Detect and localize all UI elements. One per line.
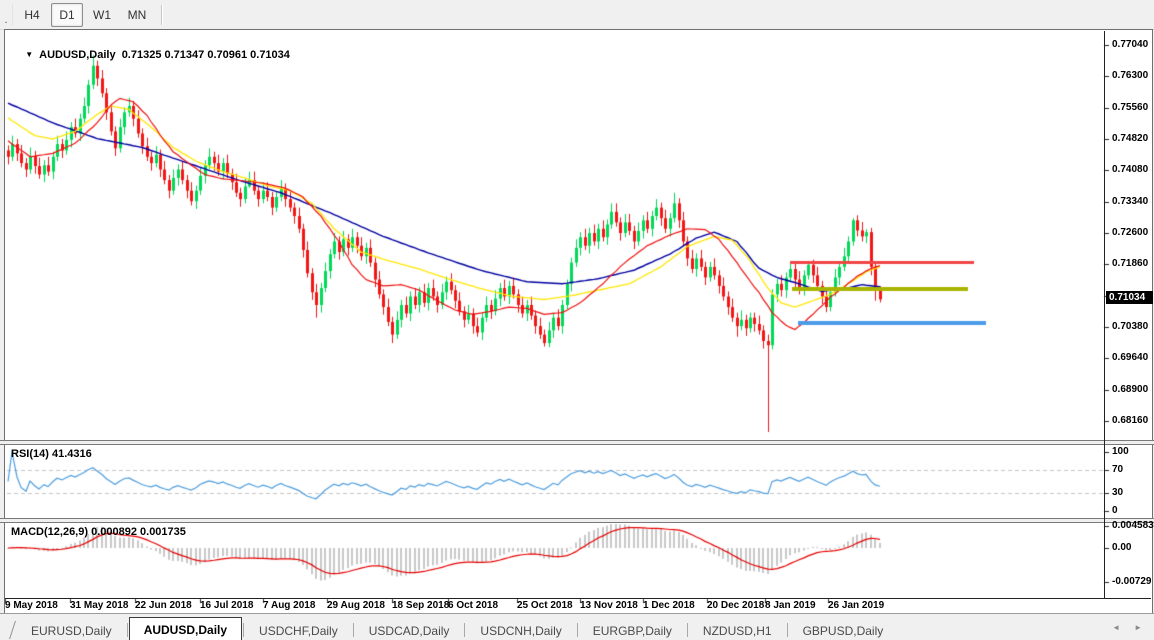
macd-axis-tick: 0.00 (1112, 542, 1131, 553)
tab-separator (464, 623, 465, 637)
date-axis-label: 22 Jun 2018 (135, 600, 192, 611)
scrolled-tab-edge (0, 621, 16, 639)
application-window: . H4D1W1MN ▼AUDUSD,Daily 0.71325 0.71347… (0, 0, 1154, 640)
date-axis-label: 31 May 2018 (70, 600, 128, 611)
price-axis-tick: 0.70380 (1112, 321, 1148, 332)
date-axis-label: 25 Oct 2018 (517, 600, 573, 611)
macd-title: MACD(12,26,9) 0.000892 0.001735 (11, 526, 186, 538)
rsi-axis-tick: 0 (1112, 505, 1118, 516)
symbol-tabs: EURUSD,DailyAUDUSD,DailyUSDCHF,DailyUSDC… (17, 617, 897, 640)
date-axis-label: 9 May 2018 (5, 600, 58, 611)
price-axis-tick: 0.73340 (1112, 196, 1148, 207)
tab-audusd-daily[interactable]: AUDUSD,Daily (129, 617, 242, 640)
date-axis-label: 26 Jan 2019 (828, 600, 884, 611)
macd-axis-tick: 0.004583 (1112, 520, 1154, 531)
tab-usdcnh-daily[interactable]: USDCNH,Daily (466, 621, 575, 640)
date-axis-label: 6 Oct 2018 (448, 600, 498, 611)
price-axis-tick: 0.68900 (1112, 384, 1148, 395)
rsi-axis-tick: 100 (1112, 446, 1129, 457)
chart-ohlc-values: 0.71325 0.71347 0.70961 0.71034 (122, 49, 290, 61)
tab-separator (787, 623, 788, 637)
tab-nzdusd-h1[interactable]: NZDUSD,H1 (689, 621, 786, 640)
rsi-axis-tick: 70 (1112, 464, 1123, 475)
price-axis-tick: 0.72600 (1112, 227, 1148, 238)
chart-title: ▼ AUDUSD,Daily 0.71325 0.71347 0.70961 0.… (13, 37, 290, 73)
tab-scroll-left-icon[interactable]: ◄ (1112, 623, 1120, 632)
rsi-title: RSI(14) 41.4316 (11, 448, 92, 460)
date-axis-label: 16 Jul 2018 (200, 600, 253, 611)
tab-gbpusd-daily[interactable]: GBPUSD,Daily (789, 621, 898, 640)
date-axis-label: 18 Sep 2018 (392, 600, 449, 611)
date-axis-label: 20 Dec 2018 (707, 600, 764, 611)
price-axis-tick: 0.75560 (1112, 102, 1148, 113)
tab-separator (353, 623, 354, 637)
date-axis-label: 8 Jan 2019 (765, 600, 816, 611)
tab-separator (127, 623, 128, 637)
tab-separator (243, 623, 244, 637)
tab-eurgbp-daily[interactable]: EURGBP,Daily (579, 621, 686, 640)
price-axis-tick: 0.74820 (1112, 133, 1148, 144)
date-axis-label: 29 Aug 2018 (327, 600, 385, 611)
tab-separator (687, 623, 688, 637)
price-axis-tick: 0.77040 (1112, 39, 1148, 50)
price-axis-tick: 0.76300 (1112, 70, 1148, 81)
price-axis-tick: 0.71860 (1112, 258, 1148, 269)
price-chart-canvas[interactable] (0, 0, 1154, 640)
symbol-tab-bar: EURUSD,DailyAUDUSD,DailyUSDCHF,DailyUSDC… (0, 613, 1154, 640)
price-axis-tick: 0.69640 (1112, 352, 1148, 363)
chart-dropdown-icon[interactable]: ▼ (25, 50, 33, 59)
price-axis-tick: 0.74080 (1112, 164, 1148, 175)
tab-separator (577, 623, 578, 637)
rsi-axis-tick: 30 (1112, 487, 1123, 498)
current-price-badge: 0.71034 (1106, 291, 1153, 304)
date-axis-label: 7 Aug 2018 (263, 600, 315, 611)
macd-axis-tick: -0.00729 (1112, 576, 1151, 587)
date-axis-label: 1 Dec 2018 (643, 600, 695, 611)
tab-scroll-right-icon[interactable]: ► (1134, 623, 1142, 632)
tab-eurusd-daily[interactable]: EURUSD,Daily (17, 621, 126, 640)
tab-usdchf-daily[interactable]: USDCHF,Daily (245, 621, 352, 640)
date-axis-label: 13 Nov 2018 (580, 600, 638, 611)
chart-symbol-label: AUDUSD,Daily (39, 49, 115, 61)
price-axis-tick: 0.68160 (1112, 415, 1148, 426)
tab-usdcad-daily[interactable]: USDCAD,Daily (355, 621, 464, 640)
